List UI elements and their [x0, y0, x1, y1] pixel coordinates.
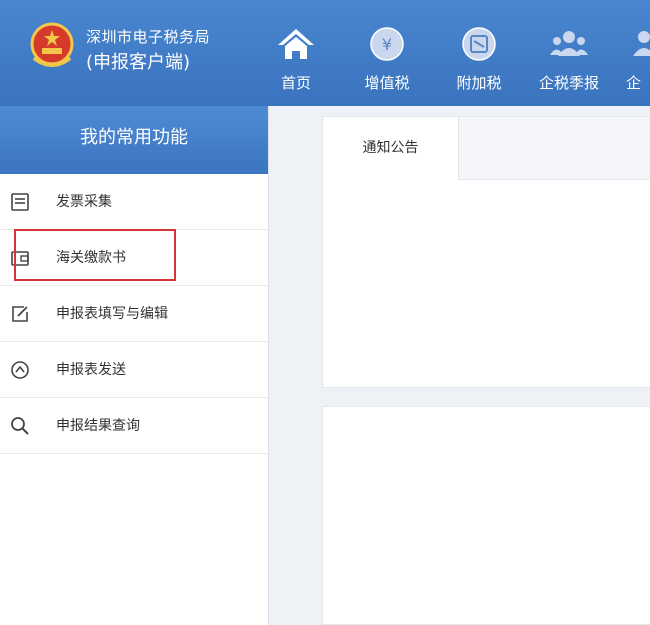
sidebar-item-query[interactable]: 申报结果查询 [0, 398, 268, 454]
send-icon [10, 360, 30, 380]
sidebar-item-customs[interactable]: 海关缴款书 [0, 230, 268, 286]
sidebar-item-label: 发票采集 [56, 194, 112, 210]
nav-label: 增值税 [364, 74, 410, 92]
nav-quarterly[interactable]: 企税季报 [530, 0, 608, 106]
sidebar-item-label: 申报表填写与编辑 [56, 306, 168, 322]
nav-home[interactable]: 首页 [270, 0, 322, 106]
nav-label: 企税季报 [538, 74, 599, 92]
home-icon [276, 26, 316, 62]
sidebar: 我的常用功能 发票采集 海关缴款书 申报表填写与编辑 申报表发送 申报结果查询 [0, 106, 268, 625]
nav-more[interactable]: 企 [624, 0, 650, 106]
users-icon [549, 26, 589, 62]
national-emblem-icon [24, 18, 80, 74]
nav-label: 附加税 [456, 74, 502, 92]
invoice-icon [10, 192, 30, 212]
content-panel [322, 406, 650, 625]
sidebar-item-send[interactable]: 申报表发送 [0, 342, 268, 398]
sidebar-item-label: 申报表发送 [56, 362, 126, 378]
tab-bar: 通知公告 [323, 117, 650, 180]
notice-panel: 通知公告 [322, 116, 650, 388]
app-header: 深圳市电子税务局 (申报客户端) 首页 ¥ 增值税 附加税 企税季报 企 [0, 0, 650, 106]
svg-text:¥: ¥ [382, 35, 392, 54]
client-name: (申报客户端) [86, 52, 191, 73]
wallet-icon [10, 248, 30, 268]
sidebar-item-invoice[interactable]: 发票采集 [0, 174, 268, 230]
search-icon [10, 416, 30, 436]
org-name: 深圳市电子税务局 [86, 28, 211, 46]
edit-icon [10, 304, 30, 324]
sidebar-title: 我的常用功能 [0, 106, 268, 174]
nav-surtax[interactable]: 附加税 [446, 0, 512, 106]
tax-coin-icon [459, 26, 499, 62]
sidebar-item-fill-edit[interactable]: 申报表填写与编辑 [0, 286, 268, 342]
yuan-coin-icon: ¥ [367, 26, 407, 62]
nav-vat[interactable]: ¥ 增值税 [354, 0, 420, 106]
nav-label: 企 [626, 74, 642, 92]
users-icon [624, 26, 650, 62]
nav-label: 首页 [280, 74, 311, 92]
sidebar-item-label: 申报结果查询 [56, 418, 140, 434]
sidebar-divider [268, 106, 269, 625]
tab-notices[interactable]: 通知公告 [323, 117, 459, 180]
sidebar-item-label: 海关缴款书 [56, 250, 126, 266]
